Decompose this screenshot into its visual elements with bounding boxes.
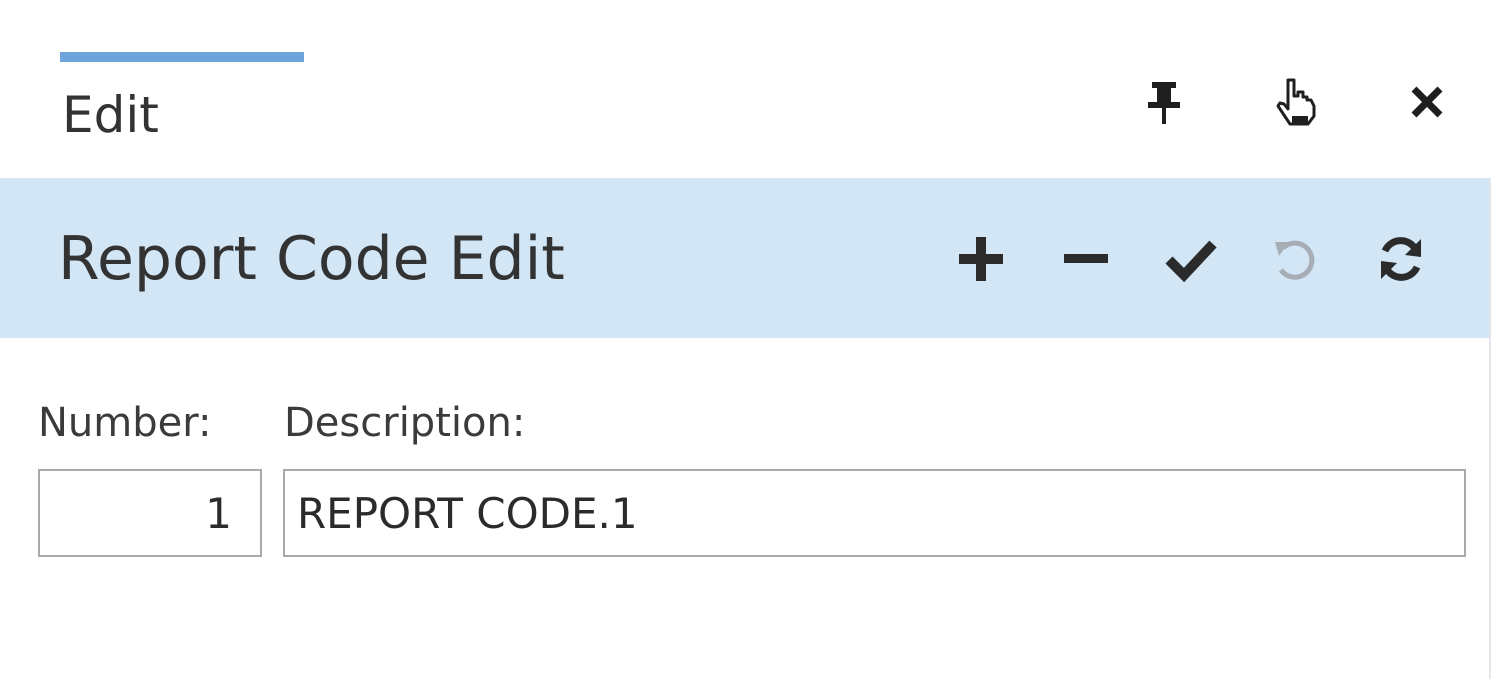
page-title: Report Code Edit [58,224,565,294]
undo-button[interactable] [1265,228,1327,290]
pin-icon[interactable] [1136,74,1192,130]
active-tab-indicator [60,52,304,62]
add-icon [959,237,1003,281]
add-button[interactable] [950,228,1012,290]
number-field[interactable] [38,469,262,557]
number-label: Number: [38,400,212,446]
refresh-button[interactable] [1370,228,1432,290]
tab-edit[interactable]: Edit [62,86,159,144]
description-label: Description: [284,400,526,446]
undo-icon [1275,240,1315,280]
edit-window: Edit Report Code Edit Number: Descriptio… [0,0,1500,679]
refresh-icon [1381,237,1421,281]
close-icon[interactable] [1399,74,1455,130]
save-check-icon [1165,240,1217,283]
save-button[interactable] [1160,228,1222,290]
remove-icon [1064,254,1108,263]
hand-pointer-icon[interactable] [1268,74,1324,130]
panel-edge [1489,178,1491,679]
remove-button[interactable] [1055,228,1117,290]
description-field[interactable] [283,469,1466,557]
